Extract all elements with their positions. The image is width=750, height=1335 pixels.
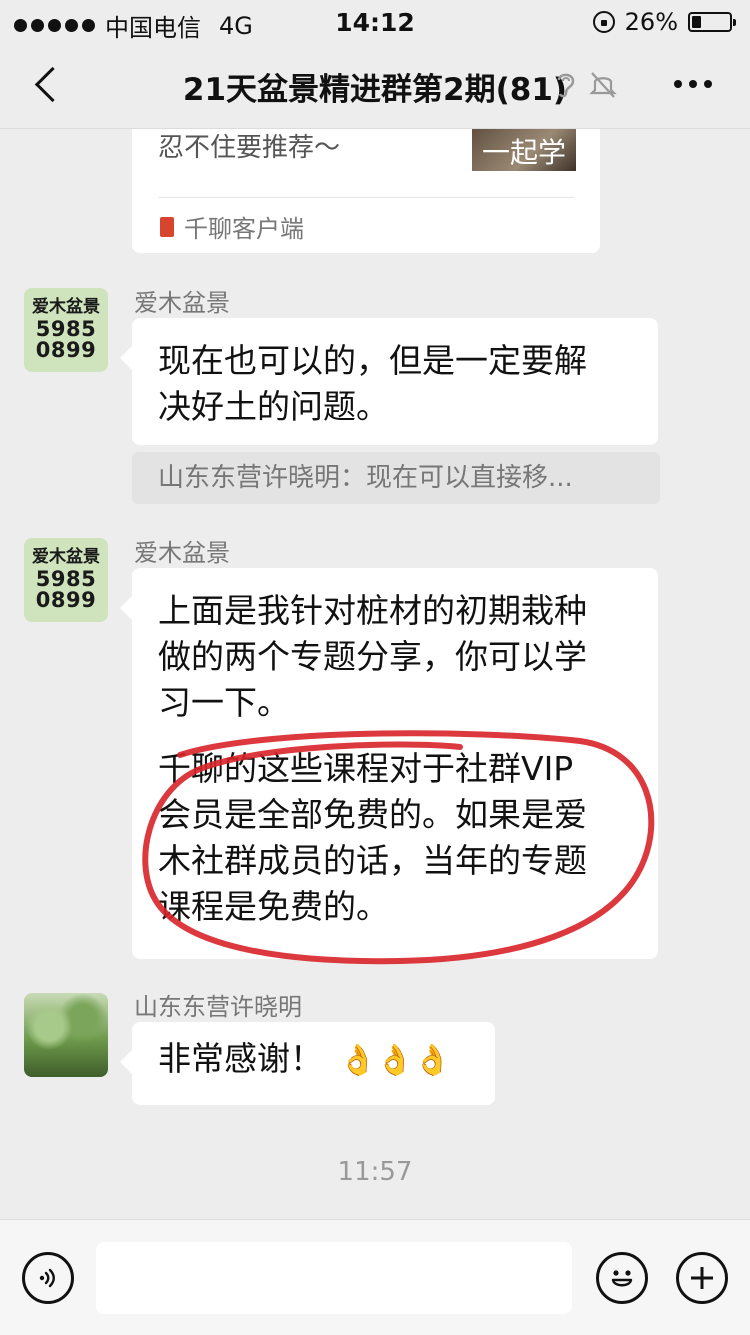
sender-name: 爱木盆景: [134, 289, 230, 317]
message-line: 课程是免费的。: [158, 887, 389, 926]
voice-waves-icon: [39, 1268, 55, 1288]
qianliao-app-icon: [160, 216, 174, 237]
card-text: 忍不住要推荐～: [158, 133, 341, 163]
avatar[interactable]: 爱木盆景 5985 0899: [24, 538, 108, 622]
card-thumbnail: 一起学: [472, 129, 576, 171]
message-text: 非常感谢！: [158, 1039, 323, 1078]
rotation-lock-icon: [592, 11, 615, 33]
message-input[interactable]: [96, 1242, 572, 1314]
status-bar: 中国电信 4G 14:12 26%: [0, 0, 750, 42]
message-line: 决好土的问题。: [158, 387, 389, 426]
quoted-message[interactable]: 山东东营许晓明：现在可以直接移...: [132, 452, 660, 504]
shared-link-card[interactable]: 忍不住要推荐～ 一起学 千聊客户端: [132, 129, 600, 253]
header-status-icons: [555, 70, 617, 100]
sender-name: 山东东营许晓明: [134, 993, 302, 1021]
more-icon[interactable]: [674, 80, 712, 88]
avatar-number-text: 5985: [35, 317, 97, 341]
avatar-brand-text: 爱木盆景: [32, 547, 100, 567]
avatar-brand-text: 爱木盆景: [32, 297, 100, 317]
sender-name: 爱木盆景: [134, 539, 230, 567]
message-line: 千聊的这些课程对于社群VIP: [158, 749, 574, 788]
battery-percent: 26%: [624, 8, 678, 36]
message-bubble[interactable]: 非常感谢！ 👌👌👌: [120, 1022, 495, 1105]
smiley-face-icon: [611, 1270, 633, 1287]
message-line: 上面是我针对桩材的初期栽种: [158, 591, 587, 630]
voice-icon[interactable]: [22, 1252, 74, 1304]
ear-icon: [557, 73, 575, 98]
plus-sign-icon: [691, 1267, 713, 1289]
card-thumb-text: 一起学: [481, 136, 566, 169]
plus-icon[interactable]: [676, 1252, 728, 1304]
avatar[interactable]: 爱木盆景 5985 0899: [24, 288, 108, 372]
chat-timestamp: 11:57: [337, 1157, 413, 1187]
avatar-number-text: 0899: [35, 588, 97, 612]
mute-bell-icon: [589, 72, 617, 98]
chat-header: 21天盆景精进群第2期(81): [0, 42, 750, 129]
message-line: 会员是全部免费的。如果是爱: [158, 795, 587, 834]
message-line: 做的两个专题分享，你可以学: [158, 637, 587, 676]
card-app-name: 千聊客户端: [184, 215, 304, 243]
emoji-icon[interactable]: [596, 1252, 648, 1304]
page-title: 21天盆景精进群第2期(81): [182, 72, 568, 108]
message-line: 木社群成员的话，当年的专题: [158, 841, 587, 880]
message-line: 习一下。: [158, 683, 290, 722]
ok-hand-emoji: 👌👌👌: [339, 1043, 452, 1078]
battery-icon: [688, 12, 736, 32]
status-right: 26%: [592, 8, 736, 36]
chat-area[interactable]: 忍不住要推荐～ 一起学 千聊客户端 爱木盆景 5985 0899 爱木盆景 现在…: [0, 129, 750, 1219]
input-bar: [0, 1219, 750, 1335]
avatar-number-text: 5985: [35, 567, 97, 591]
card-divider: [158, 197, 574, 198]
message-bubble[interactable]: 上面是我针对桩材的初期栽种 做的两个专题分享，你可以学 习一下。 千聊的这些课程…: [120, 568, 658, 959]
message-line: 现在也可以的，但是一定要解: [158, 341, 587, 380]
message-bubble[interactable]: 现在也可以的，但是一定要解 决好土的问题。: [120, 318, 658, 445]
avatar-number-text: 0899: [35, 338, 97, 362]
card-source: 千聊客户端: [160, 209, 304, 244]
avatar[interactable]: [24, 993, 108, 1077]
